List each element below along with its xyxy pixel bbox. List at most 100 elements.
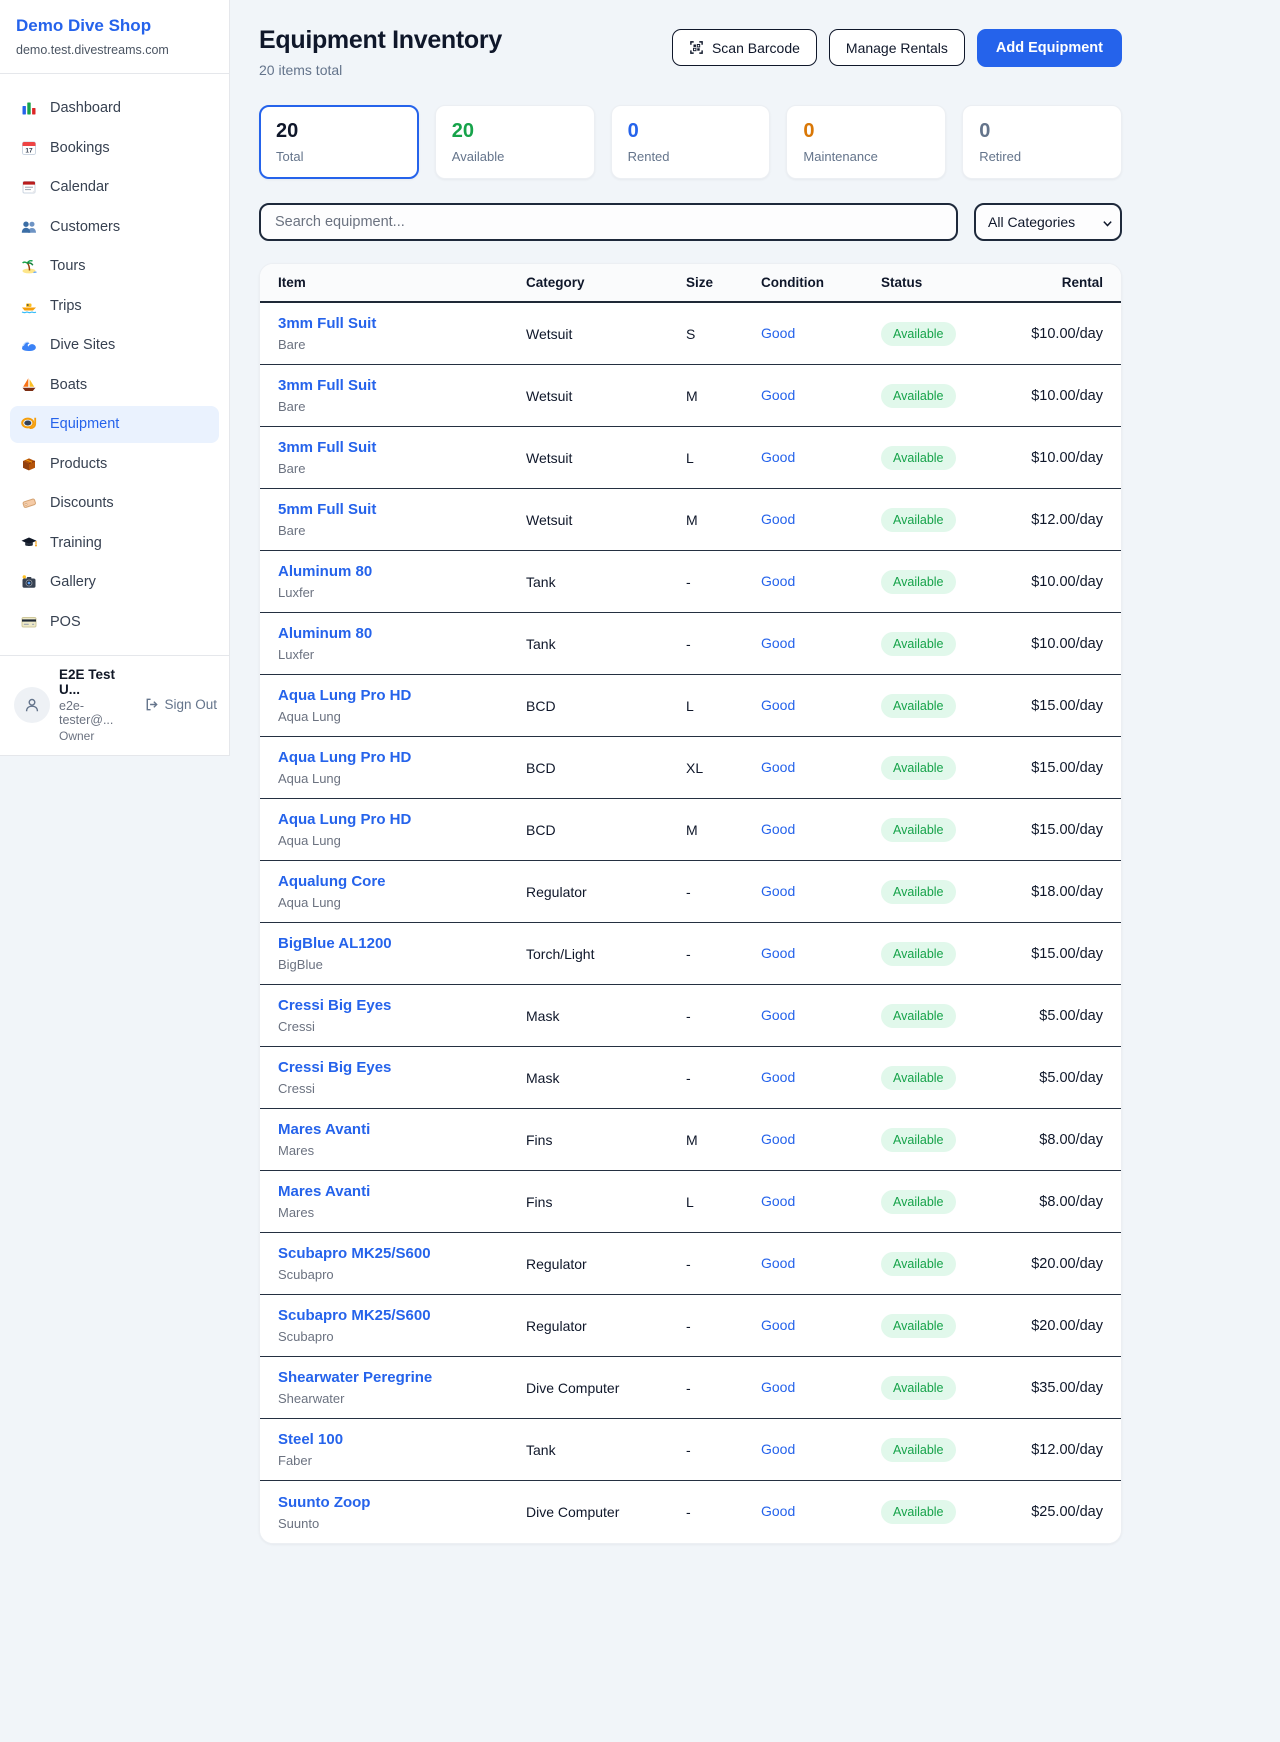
item-link[interactable]: Mares Avanti <box>278 1183 370 1200</box>
item-link[interactable]: 3mm Full Suit <box>278 439 376 456</box>
size-cell: - <box>686 1504 761 1520</box>
item-link[interactable]: Aluminum 80 <box>278 563 372 580</box>
item-link[interactable]: 3mm Full Suit <box>278 377 376 394</box>
condition-link[interactable]: Good <box>761 1503 795 1519</box>
condition-link[interactable]: Good <box>761 821 795 837</box>
condition-link[interactable]: Good <box>761 1379 795 1395</box>
add-equipment-button[interactable]: Add Equipment <box>977 29 1122 67</box>
search-input[interactable] <box>259 203 958 241</box>
status-badge: Available <box>881 508 956 532</box>
stat-card-rented[interactable]: 0 Rented <box>611 105 771 179</box>
sign-out-button[interactable]: Sign Out <box>144 697 217 712</box>
sidebar-item-customers[interactable]: Customers <box>10 208 219 245</box>
item-link[interactable]: Cressi Big Eyes <box>278 997 391 1014</box>
category-cell: Wetsuit <box>526 388 686 404</box>
category-cell: Tank <box>526 1442 686 1458</box>
category-cell: BCD <box>526 822 686 838</box>
stats-row: 20 Total 20 Available 0 Rented 0 Mainten… <box>259 105 1122 179</box>
sidebar-item-discounts[interactable]: Discounts <box>10 485 219 522</box>
item-brand: Bare <box>278 461 526 476</box>
item-link[interactable]: Cressi Big Eyes <box>278 1059 391 1076</box>
condition-link[interactable]: Good <box>761 1069 795 1085</box>
sidebar-item-dive-sites[interactable]: Dive Sites <box>10 327 219 364</box>
sidebar-item-training[interactable]: Training <box>10 524 219 561</box>
condition-link[interactable]: Good <box>761 759 795 775</box>
sidebar-item-pos[interactable]: POS <box>10 603 219 640</box>
dive-mask-icon <box>20 415 38 433</box>
stat-value: 0 <box>628 120 754 143</box>
item-link[interactable]: 5mm Full Suit <box>278 501 376 518</box>
size-cell: - <box>686 1008 761 1024</box>
item-brand: Aqua Lung <box>278 833 526 848</box>
sidebar-item-calendar[interactable]: Calendar <box>10 169 219 206</box>
item-link[interactable]: BigBlue AL1200 <box>278 935 392 952</box>
status-badge: Available <box>881 942 956 966</box>
table-row: Aluminum 80 Luxfer Tank - Good Available… <box>260 551 1121 613</box>
user-name: E2E Test U... <box>59 667 135 697</box>
column-header-size: Size <box>686 275 761 290</box>
condition-link[interactable]: Good <box>761 1441 795 1457</box>
condition-link[interactable]: Good <box>761 1193 795 1209</box>
item-link[interactable]: Suunto Zoop <box>278 1494 370 1511</box>
item-link[interactable]: Aqua Lung Pro HD <box>278 687 411 704</box>
table-row: 5mm Full Suit Bare Wetsuit M Good Availa… <box>260 489 1121 551</box>
rental-cell: $8.00/day <box>1013 1132 1103 1148</box>
item-brand: Bare <box>278 523 526 538</box>
condition-link[interactable]: Good <box>761 387 795 403</box>
sidebar-item-tours[interactable]: Tours <box>10 248 219 285</box>
condition-link[interactable]: Good <box>761 883 795 899</box>
table-row: Aqua Lung Pro HD Aqua Lung BCD M Good Av… <box>260 799 1121 861</box>
stat-card-total[interactable]: 20 Total <box>259 105 419 179</box>
item-link[interactable]: Aqua Lung Pro HD <box>278 811 411 828</box>
condition-link[interactable]: Good <box>761 1007 795 1023</box>
sidebar-item-trips[interactable]: Trips <box>10 287 219 324</box>
condition-link[interactable]: Good <box>761 325 795 341</box>
sidebar-item-bookings[interactable]: 17 Bookings <box>10 129 219 166</box>
manage-rentals-button[interactable]: Manage Rentals <box>829 29 965 66</box>
condition-link[interactable]: Good <box>761 945 795 961</box>
condition-link[interactable]: Good <box>761 635 795 651</box>
condition-link[interactable]: Good <box>761 449 795 465</box>
category-filter[interactable]: All Categories <box>974 203 1122 241</box>
condition-link[interactable]: Good <box>761 1255 795 1271</box>
condition-link[interactable]: Good <box>761 573 795 589</box>
item-link[interactable]: Shearwater Peregrine <box>278 1369 432 1386</box>
sidebar-item-products[interactable]: Products <box>10 445 219 482</box>
item-link[interactable]: Scubapro MK25/S600 <box>278 1307 431 1324</box>
sidebar-item-equipment[interactable]: Equipment <box>10 406 219 443</box>
items-total-count: 20 items total <box>259 62 502 78</box>
rental-cell: $15.00/day <box>1013 946 1103 962</box>
item-brand: Aqua Lung <box>278 709 526 724</box>
condition-link[interactable]: Good <box>761 511 795 527</box>
item-link[interactable]: Aluminum 80 <box>278 625 372 642</box>
item-link[interactable]: Aqualung Core <box>278 873 386 890</box>
item-link[interactable]: Steel 100 <box>278 1431 343 1448</box>
status-badge: Available <box>881 1252 956 1276</box>
item-link[interactable]: Mares Avanti <box>278 1121 370 1138</box>
size-cell: - <box>686 1070 761 1086</box>
rental-cell: $5.00/day <box>1013 1070 1103 1086</box>
brand: Demo Dive Shop demo.test.divestreams.com <box>0 0 229 74</box>
size-cell: - <box>686 1318 761 1334</box>
status-badge: Available <box>881 880 956 904</box>
stat-card-available[interactable]: 20 Available <box>435 105 595 179</box>
sidebar-item-label: Dashboard <box>50 100 121 116</box>
category-cell: Wetsuit <box>526 326 686 342</box>
item-link[interactable]: 3mm Full Suit <box>278 315 376 332</box>
stat-card-maintenance[interactable]: 0 Maintenance <box>786 105 946 179</box>
condition-link[interactable]: Good <box>761 1317 795 1333</box>
item-link[interactable]: Aqua Lung Pro HD <box>278 749 411 766</box>
sidebar-item-label: Bookings <box>50 140 110 156</box>
rental-cell: $20.00/day <box>1013 1256 1103 1272</box>
stat-card-retired[interactable]: 0 Retired <box>962 105 1122 179</box>
condition-link[interactable]: Good <box>761 697 795 713</box>
sidebar-item-dashboard[interactable]: Dashboard <box>10 90 219 127</box>
item-link[interactable]: Scubapro MK25/S600 <box>278 1245 431 1262</box>
sidebar-item-gallery[interactable]: Gallery <box>10 564 219 601</box>
condition-link[interactable]: Good <box>761 1131 795 1147</box>
page-header: Equipment Inventory 20 items total Scan … <box>259 26 1122 78</box>
item-brand: Suunto <box>278 1516 526 1531</box>
sidebar-item-label: Gallery <box>50 574 96 590</box>
scan-barcode-button[interactable]: Scan Barcode <box>672 29 817 66</box>
sidebar-item-boats[interactable]: Boats <box>10 366 219 403</box>
